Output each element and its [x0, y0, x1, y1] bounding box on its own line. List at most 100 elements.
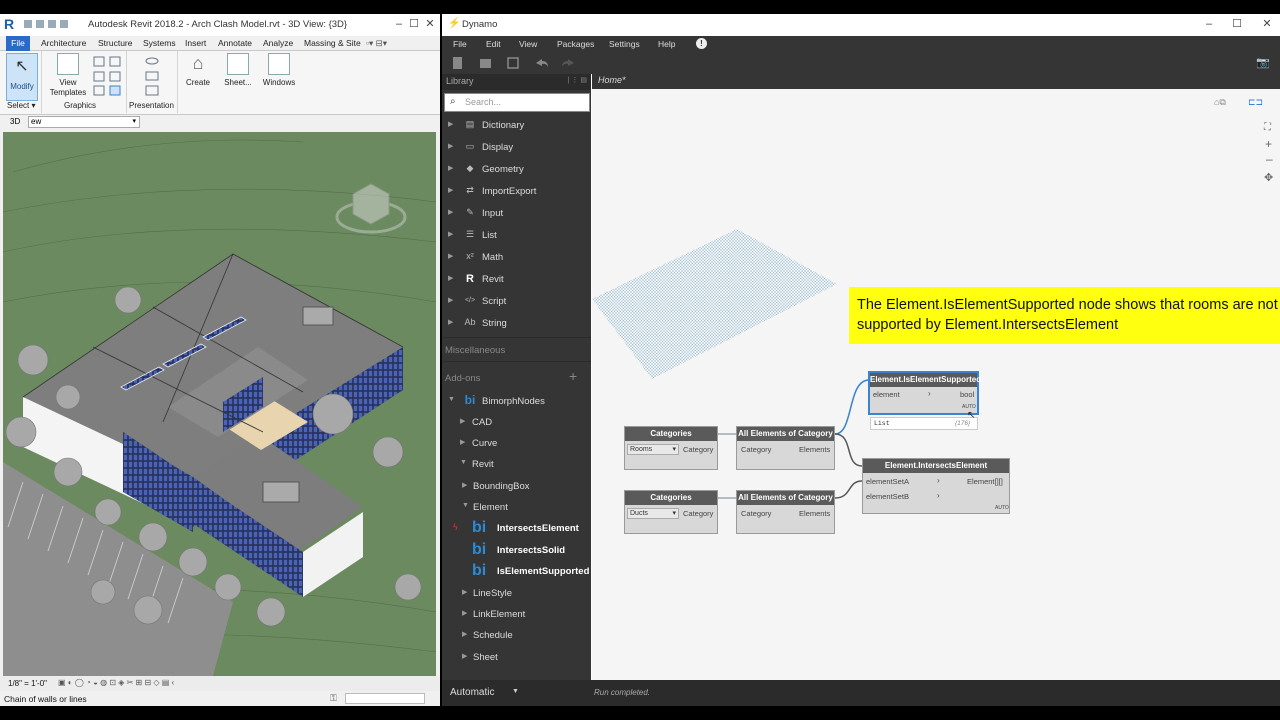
run-mode-selector[interactable]: Automatic [450, 687, 494, 698]
node-element-intersectselement[interactable]: Element.IntersectsElement elementSetA › … [862, 458, 1010, 514]
tree-item-sheet[interactable]: ▶ Sheet [442, 648, 591, 668]
tab-home[interactable]: Home* [598, 75, 626, 85]
annotation-note[interactable]: The Element.IsElementSupported node show… [849, 287, 1280, 344]
quick-access-toolbar[interactable] [22, 18, 82, 30]
output-port[interactable]: bool [960, 390, 974, 399]
workset-icon[interactable]: ⚿ [330, 693, 337, 704]
tab-file[interactable]: File [6, 36, 30, 51]
tree-item-element[interactable]: ▼ Element [442, 498, 591, 518]
output-port[interactable]: Elements [799, 509, 830, 518]
input-port[interactable]: Category [741, 509, 771, 518]
windows-button[interactable]: Windows [260, 53, 298, 87]
node-all-elements-of-category[interactable]: All Elements of Category Category Elemen… [736, 426, 835, 470]
tree-item-boundingbox[interactable]: ▶ BoundingBox [442, 477, 591, 497]
close-icon[interactable]: ✕ [1260, 17, 1274, 31]
tab-architecture[interactable]: Architecture [41, 38, 86, 48]
node-title: All Elements of Category [737, 491, 834, 505]
chevron-down-icon[interactable]: ▼ [512, 688, 519, 695]
camera-icon[interactable]: 📷 [1256, 56, 1270, 69]
bimorph-node-icon: bi [472, 519, 487, 536]
library-item-importexport[interactable]: ▶ ⇄ ImportExport [442, 182, 591, 202]
library-item-revit[interactable]: ▶ R Revit [442, 270, 591, 290]
input-port[interactable]: elementSetB [866, 492, 909, 501]
output-port[interactable]: Element[][] [967, 477, 1003, 486]
category-dropdown[interactable]: Ducts ▾ [627, 508, 679, 519]
maximize-icon[interactable]: ☐ [1230, 17, 1244, 31]
port-arrow-icon: › [937, 476, 940, 485]
revit-logo[interactable]: R [4, 16, 18, 33]
3d-viewport[interactable] [2, 132, 437, 676]
graph-canvas[interactable]: ⌂⧉ ⊏⊐ ⛶ + – ✥ The Element.IsElementSuppo… [592, 89, 1280, 680]
minimize-icon[interactable]: – [392, 17, 406, 31]
input-port[interactable]: element [873, 390, 900, 399]
tree-item-linestyle[interactable]: ▶ LineStyle [442, 584, 591, 604]
info-icon[interactable]: ! [696, 38, 707, 49]
output-port[interactable]: Category [683, 445, 713, 454]
miscellaneous-section[interactable]: Miscellaneous [445, 345, 505, 356]
tab-insert[interactable]: Insert [185, 38, 206, 48]
node-categories-ducts[interactable]: Categories Ducts ▾ Category [624, 490, 718, 534]
node-intersectssolid[interactable]: bi IntersectsSolid [442, 541, 591, 561]
node-iselementsupported[interactable]: bi IsElementSupported [442, 562, 591, 582]
minimize-icon[interactable]: – [1202, 17, 1216, 31]
tab-structure[interactable]: Structure [98, 38, 133, 48]
output-port[interactable]: Elements [799, 445, 830, 454]
node-intersectselement[interactable]: ϟ bi IntersectsElement [442, 519, 591, 539]
input-port[interactable]: elementSetA [866, 477, 909, 486]
maximize-icon[interactable]: ☐ [407, 17, 421, 31]
node-categories-rooms[interactable]: Categories Rooms ▾ Category [624, 426, 718, 470]
presentation-tools[interactable] [140, 55, 164, 99]
library-item-geometry[interactable]: ▶ ◆ Geometry [442, 160, 591, 180]
menu-settings[interactable]: Settings [609, 39, 640, 49]
library-item-math[interactable]: ▶ x² Math [442, 248, 591, 268]
library-item-display[interactable]: ▶ ▭ Display [442, 138, 591, 158]
tree-item-schedule[interactable]: ▶ Schedule [442, 626, 591, 646]
bimorph-node-icon: bi [472, 541, 487, 558]
sheet-button[interactable]: Sheet... [222, 53, 254, 87]
library-item-string[interactable]: ▶ Ab String [442, 314, 591, 334]
tree-item-curve[interactable]: ▶ Curve [442, 434, 591, 454]
import-export-icon: ⇄ [466, 185, 474, 195]
view-templates-button[interactable]: View Templates [48, 53, 88, 98]
library-item-list[interactable]: ▶ ☰ List [442, 226, 591, 246]
library-search[interactable]: ⌕ Search... [444, 93, 590, 112]
menu-view[interactable]: View [519, 39, 537, 49]
menu-edit[interactable]: Edit [486, 39, 501, 49]
create-button[interactable]: ⌂ Create [182, 53, 214, 87]
workset-field[interactable] [345, 693, 425, 704]
tree-item-revit[interactable]: ▼ Revit [442, 455, 591, 475]
library-item-input[interactable]: ▶ ✎ Input [442, 204, 591, 224]
search-input[interactable]: Search... [465, 97, 501, 107]
menu-file[interactable]: File [453, 39, 467, 49]
undo-icon [536, 59, 548, 67]
category-dropdown[interactable]: Rooms ▾ [627, 444, 679, 455]
node-all-elements-of-category[interactable]: All Elements of Category Category Elemen… [736, 490, 835, 534]
library-layout-icon[interactable]: | ⋮ ▤ [568, 76, 587, 84]
tab-analyze[interactable]: Analyze [263, 38, 293, 48]
library-item-script[interactable]: ▶ </> Script [442, 292, 591, 312]
addons-section[interactable]: Add-ons [445, 373, 480, 384]
node-element-iselementsupported[interactable]: Element.IsElementSupported element › boo… [868, 371, 981, 415]
tab-systems[interactable]: Systems [143, 38, 176, 48]
close-icon[interactable]: ✕ [423, 17, 437, 31]
view-selector[interactable]: ew ▾ [28, 116, 140, 128]
modify-button[interactable]: ↖ Modify [6, 53, 38, 101]
tab-massing-site[interactable]: Massing & Site [304, 38, 361, 48]
output-port[interactable]: Category [683, 509, 713, 518]
revit-icon: R [466, 273, 474, 285]
scale-label[interactable]: 1/8" = 1'-0" [8, 679, 47, 688]
tree-item-cad[interactable]: ▶ CAD [442, 413, 591, 433]
tree-item-linkelement[interactable]: ▶ LinkElement [442, 605, 591, 625]
node-preview-bubble[interactable]: List {176} [870, 417, 978, 430]
library-item-dictionary[interactable]: ▶ ▤ Dictionary [442, 116, 591, 136]
menu-packages[interactable]: Packages [557, 39, 594, 49]
ribbon-overflow-icon[interactable]: ▫▾ ⊟▾ [366, 38, 387, 49]
graphics-small-tools[interactable] [92, 55, 124, 99]
view-controls-icons[interactable]: ▣ ◐ ◯ ◔ ◒ ◍ ⊡ ◈ ✂ ⊞ ⊟ ◇ ▤ ‹ [58, 678, 174, 687]
tab-annotate[interactable]: Annotate [218, 38, 252, 48]
select-group-label[interactable]: Select ▾ [7, 101, 35, 110]
menu-help[interactable]: Help [658, 39, 675, 49]
package-bimorphnodes[interactable]: ▼ bi BimorphNodes [442, 392, 591, 412]
input-port[interactable]: Category [741, 445, 771, 454]
add-icon[interactable]: + [569, 368, 577, 384]
